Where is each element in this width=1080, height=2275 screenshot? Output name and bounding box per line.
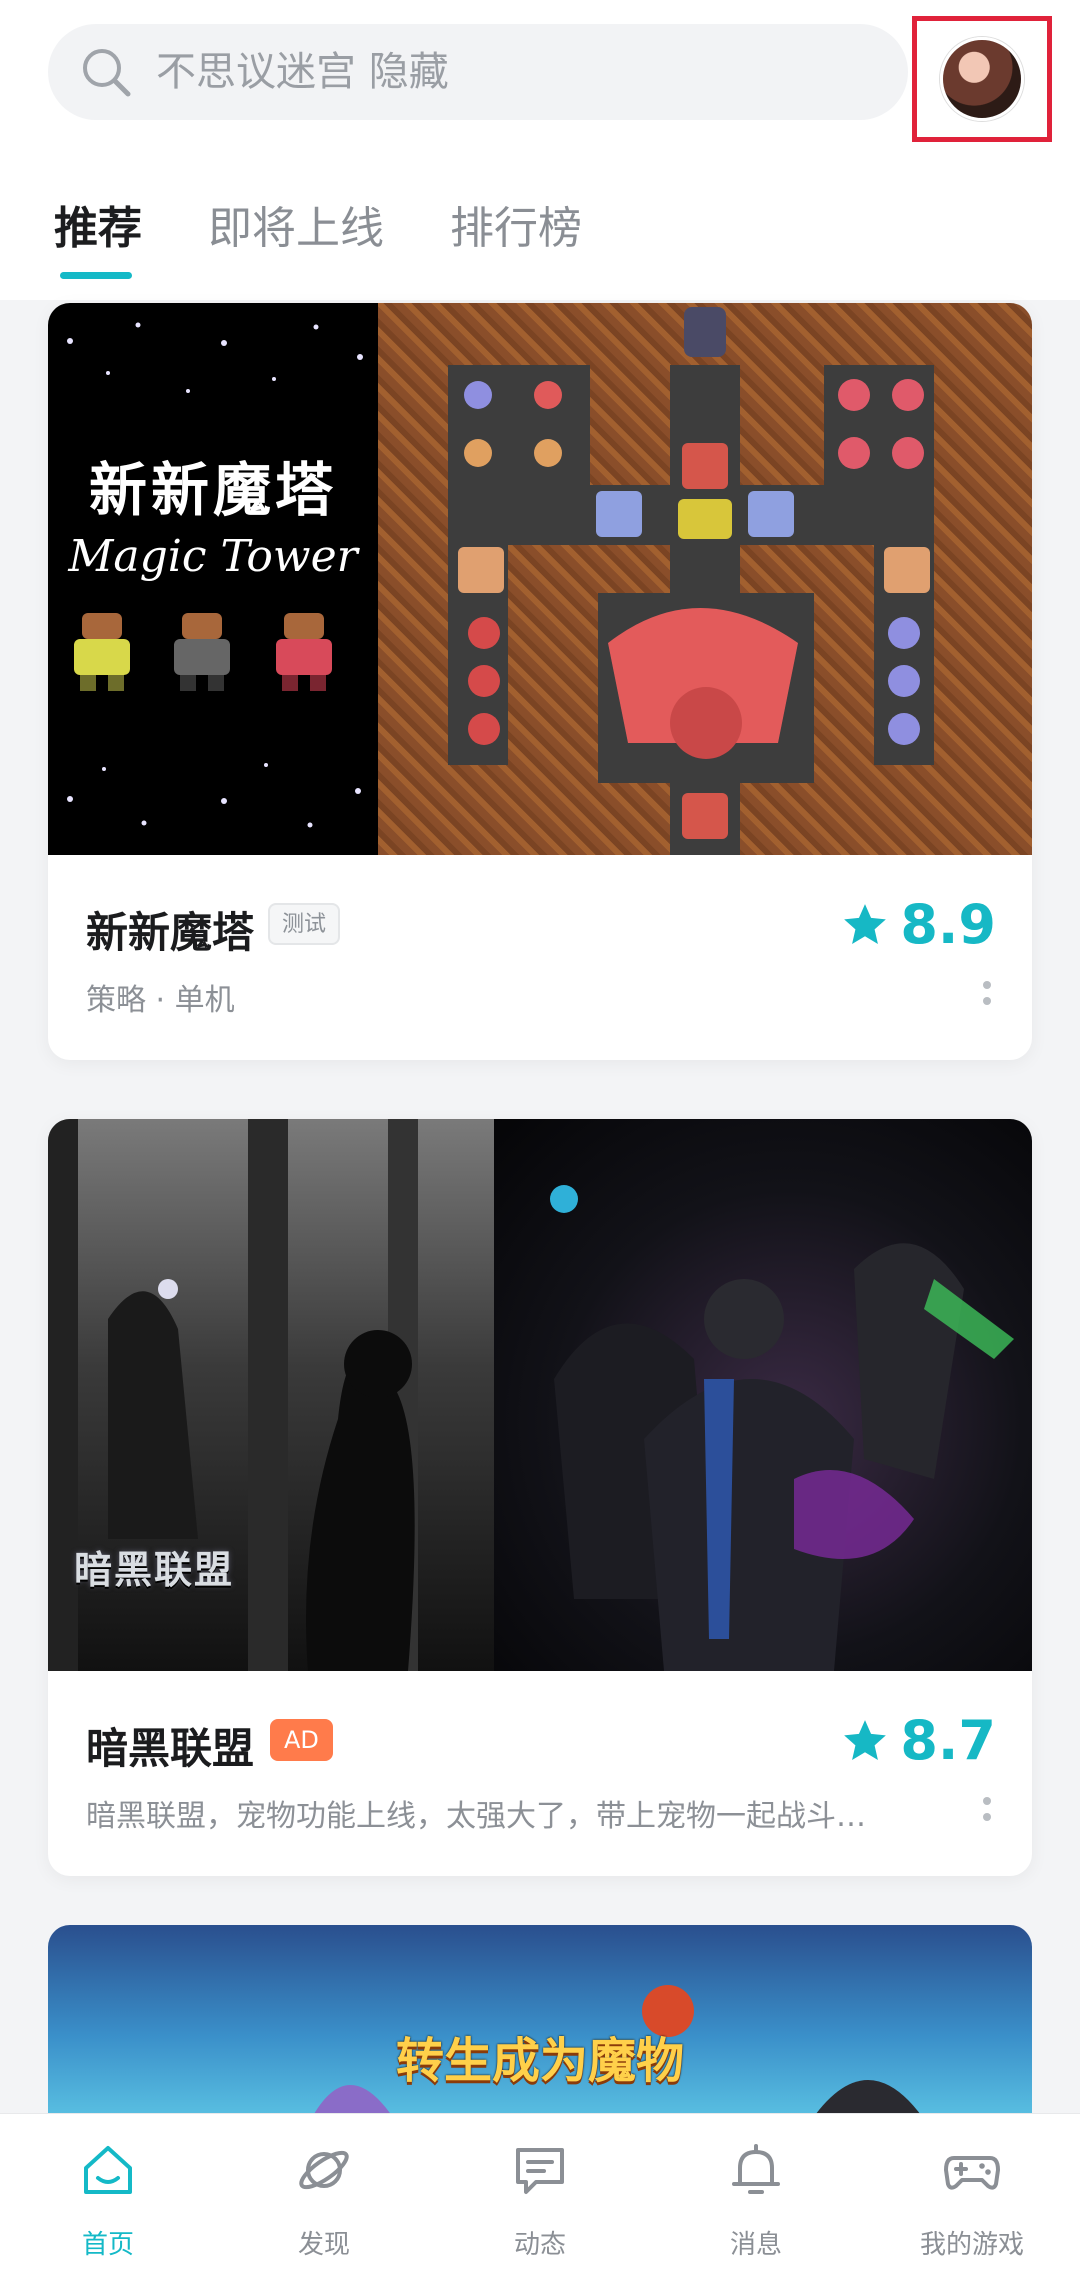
game-card[interactable]: 暗黑联盟 暗黑联盟 AD 8.7 暗黑联盟，宠物功能上线，太强大了，带上宠物一起… [48, 1119, 1032, 1876]
app-page: 推荐 即将上线 排行榜 新新魔塔 Magic Tower [0, 0, 1080, 2275]
banner-art-left: 新新魔塔 Magic Tower [48, 303, 378, 855]
nav-discover-label: 发现 [297, 2230, 350, 2260]
search-icon [83, 49, 131, 97]
banner-title-cn: 新新魔塔 [88, 456, 337, 524]
banner-art-left: 暗黑联盟 [48, 1119, 494, 1671]
nav-messages[interactable]: 消息 [648, 2114, 864, 2275]
bottom-navigation: 首页 发现 动态 消息 我的游戏 [0, 2113, 1080, 2275]
game-rating: 8.9 [840, 893, 996, 956]
banner-logo: 暗黑联盟 [74, 1548, 235, 1592]
star-icon [844, 1719, 887, 1760]
nav-home[interactable]: 首页 [0, 2114, 216, 2275]
avatar-button[interactable] [912, 16, 1052, 142]
search-input[interactable] [156, 24, 876, 120]
test-badge: 测试 [268, 903, 341, 945]
search-bar[interactable] [48, 24, 908, 120]
game-genre: 策略 · 单机 [86, 983, 235, 1018]
tab-ranking[interactable]: 排行榜 [450, 192, 582, 256]
rating-score: 8.7 [900, 1709, 996, 1772]
rating-score: 8.9 [900, 893, 996, 956]
banner-art-right [494, 1119, 1032, 1671]
banner-title-en: Magic Tower [68, 531, 358, 582]
game-description: 暗黑联盟，宠物功能上线，太强大了，带上宠物一起战斗… [86, 1799, 866, 1834]
game-card[interactable]: 转生成为魔物 [48, 1925, 1032, 2125]
nav-my-games-label: 我的游戏 [919, 2230, 1024, 2260]
chat-icon [516, 2148, 564, 2194]
header: 推荐 即将上线 排行榜 [0, 0, 1080, 300]
tab-recommend[interactable]: 推荐 [54, 192, 142, 256]
tab-bar: 推荐 即将上线 排行榜 [0, 180, 1080, 290]
home-icon [84, 2146, 132, 2194]
nav-my-games[interactable]: 我的游戏 [864, 2114, 1080, 2275]
avatar [940, 37, 1024, 121]
bell-icon [732, 2144, 780, 2194]
banner-title: 转生成为魔物 [395, 2033, 684, 2089]
hero-sprites [74, 613, 332, 691]
heroes-illustration [550, 1185, 1014, 1671]
game-banner[interactable]: 新新魔塔 Magic Tower [48, 303, 1032, 855]
ad-badge: AD [270, 1719, 333, 1761]
planet-icon [299, 2150, 349, 2190]
nav-feed[interactable]: 动态 [432, 2114, 648, 2275]
nav-home-label: 首页 [81, 2230, 134, 2260]
banner-art-right [378, 303, 1032, 855]
gamepad-icon [944, 2156, 1000, 2190]
nav-discover[interactable]: 发现 [216, 2114, 432, 2275]
nav-feed-label: 动态 [513, 2230, 566, 2260]
tab-active-indicator [60, 272, 132, 279]
more-options-icon[interactable] [982, 981, 992, 1017]
game-info: 新新魔塔 测试 8.9 策略 · 单机 [48, 855, 1032, 1060]
game-info: 暗黑联盟 AD 8.7 暗黑联盟，宠物功能上线，太强大了，带上宠物一起战斗… [48, 1671, 1032, 1876]
star-icon [844, 903, 887, 944]
nav-messages-label: 消息 [729, 2230, 782, 2260]
dungeon-map-illustration [448, 307, 934, 855]
game-title: 新新魔塔 [86, 908, 255, 957]
game-title: 暗黑联盟 [86, 1724, 255, 1773]
tab-coming-soon[interactable]: 即将上线 [208, 192, 384, 256]
game-card[interactable]: 新新魔塔 Magic Tower 新新魔塔 测试 8.9 策略 · 单机 [48, 303, 1032, 1060]
more-options-icon[interactable] [982, 1797, 992, 1833]
game-rating: 8.7 [840, 1709, 996, 1772]
game-banner[interactable]: 暗黑联盟 [48, 1119, 1032, 1671]
